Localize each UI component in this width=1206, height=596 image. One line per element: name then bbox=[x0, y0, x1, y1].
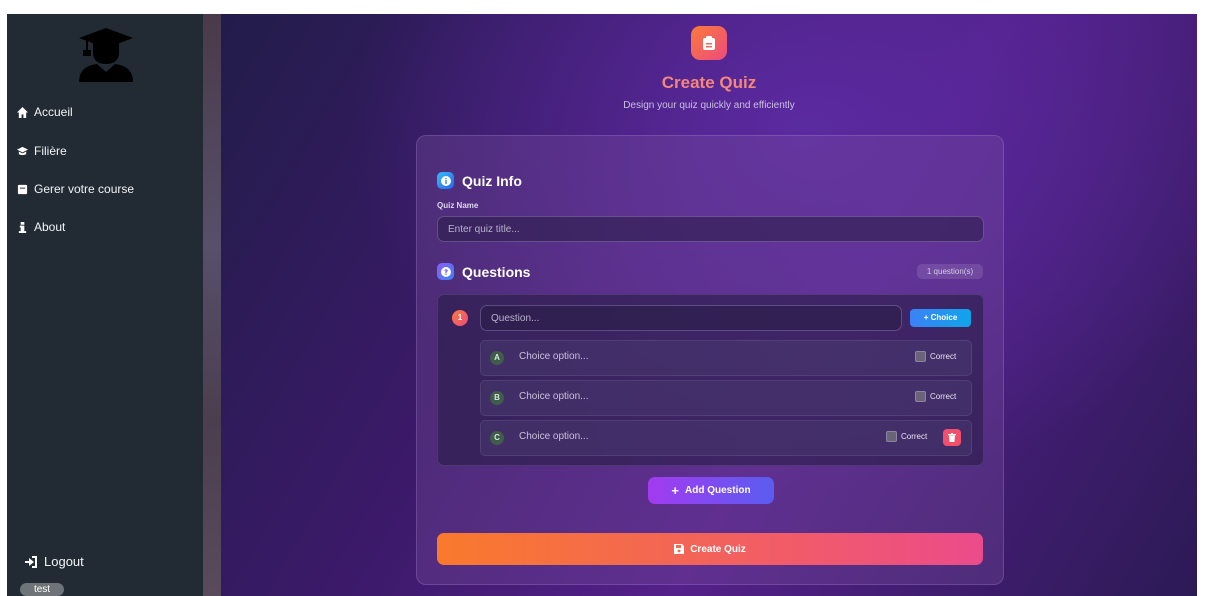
correct-checkbox[interactable]: Correct bbox=[915, 391, 956, 402]
question-block: 1 Question... + Choice A Choice option..… bbox=[437, 294, 984, 466]
choice-row-c: C Choice option... Correct bbox=[480, 420, 972, 456]
questions-heading: Questions bbox=[437, 263, 530, 280]
main-content: Create Quiz Design your quiz quickly and… bbox=[221, 14, 1197, 596]
page-title: Create Quiz bbox=[661, 73, 757, 92]
correct-checkbox[interactable]: Correct bbox=[886, 431, 927, 442]
decorative-background-strip bbox=[203, 14, 221, 596]
clipboard-icon bbox=[691, 26, 727, 60]
question-circle-icon bbox=[437, 263, 454, 280]
quiz-form-card: Quiz Info Quiz Name Enter quiz title... … bbox=[416, 135, 1004, 585]
quiz-name-input[interactable]: Enter quiz title... bbox=[437, 216, 984, 242]
checkbox-box[interactable] bbox=[915, 391, 926, 402]
sign-out-icon bbox=[25, 555, 37, 568]
sidebar-item-about[interactable]: About bbox=[17, 220, 65, 234]
correct-checkbox[interactable]: Correct bbox=[915, 351, 956, 362]
question-input[interactable]: Question... bbox=[480, 305, 902, 331]
app-window: Accueil Filière Gerer votre course About… bbox=[7, 14, 1197, 596]
quiz-info-heading: Quiz Info bbox=[437, 172, 522, 189]
quiz-name-label: Quiz Name bbox=[437, 201, 479, 210]
checkbox-box[interactable] bbox=[915, 351, 926, 362]
choice-letter-badge: B bbox=[490, 391, 504, 405]
graduation-cap-icon bbox=[17, 146, 28, 155]
sidebar-item-accueil[interactable]: Accueil bbox=[17, 105, 73, 119]
user-badge: test bbox=[20, 583, 64, 596]
add-choice-button[interactable]: + Choice bbox=[910, 309, 971, 327]
save-icon bbox=[674, 544, 685, 554]
choice-letter-badge: A bbox=[490, 351, 504, 365]
info-icon bbox=[18, 221, 27, 233]
checkbox-box[interactable] bbox=[886, 431, 897, 442]
question-count-badge: 1 question(s) bbox=[917, 264, 983, 279]
sidebar: Accueil Filière Gerer votre course About… bbox=[7, 14, 203, 596]
choice-letter-badge: C bbox=[490, 431, 504, 445]
delete-choice-button[interactable] bbox=[943, 429, 961, 446]
info-circle-icon bbox=[437, 172, 454, 189]
choice-input[interactable]: Choice option... bbox=[519, 351, 589, 362]
sidebar-item-label: Accueil bbox=[34, 105, 73, 119]
choice-input[interactable]: Choice option... bbox=[519, 431, 589, 442]
sidebar-item-label: Gerer votre course bbox=[34, 182, 135, 196]
logout-button[interactable]: Logout bbox=[25, 554, 84, 569]
choice-row-a: A Choice option... Correct bbox=[480, 340, 972, 376]
sidebar-item-label: Filière bbox=[34, 144, 67, 158]
logout-label: Logout bbox=[44, 554, 84, 569]
question-number-badge: 1 bbox=[452, 310, 468, 326]
add-question-button[interactable]: + Add Question bbox=[648, 477, 774, 504]
book-icon bbox=[17, 184, 28, 194]
graduate-avatar-logo bbox=[79, 28, 133, 82]
sidebar-item-gerer-course[interactable]: Gerer votre course bbox=[17, 182, 134, 196]
home-icon bbox=[17, 106, 28, 118]
sidebar-item-filiere[interactable]: Filière bbox=[17, 144, 67, 158]
page-subtitle: Design your quiz quickly and efficiently bbox=[623, 100, 795, 111]
create-quiz-button[interactable]: Create Quiz bbox=[437, 533, 983, 565]
sidebar-item-label: About bbox=[34, 220, 66, 234]
choice-input[interactable]: Choice option... bbox=[519, 391, 589, 402]
choice-row-b: B Choice option... Correct bbox=[480, 380, 972, 416]
plus-icon: + bbox=[671, 483, 680, 498]
trash-icon bbox=[948, 433, 956, 442]
